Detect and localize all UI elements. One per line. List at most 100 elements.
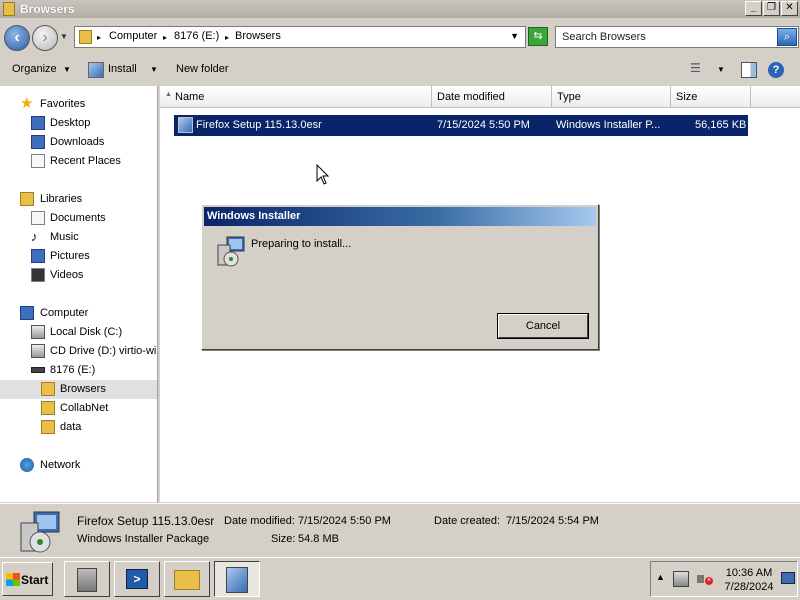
column-label: Size: [676, 91, 698, 103]
nav-label: Documents: [50, 212, 106, 224]
details-pane: Firefox Setup 115.13.0esr Windows Instal…: [0, 503, 800, 556]
file-row[interactable]: Firefox Setup 115.13.0esr 7/15/2024 5:50…: [174, 115, 748, 136]
window-title: Browsers: [20, 2, 75, 16]
file-name: Firefox Setup 115.13.0esr: [196, 119, 322, 131]
nav-drive-e[interactable]: 8176 (E:): [0, 361, 157, 380]
nav-label: Browsers: [60, 383, 106, 395]
file-type: Windows Installer P...: [556, 119, 661, 131]
chevron-down-icon[interactable]: ▼: [150, 65, 158, 74]
clock[interactable]: 10:36 AM 7/28/2024: [723, 566, 775, 594]
recent-pages-dropdown[interactable]: ▼: [60, 32, 68, 41]
nav-label: data: [60, 421, 82, 433]
view-options-icon[interactable]: ☰: [690, 61, 701, 75]
taskbar-explorer[interactable]: [164, 561, 210, 597]
breadcrumb-drive[interactable]: 8176 (E:): [174, 30, 219, 42]
column-header-size[interactable]: Size: [671, 86, 751, 108]
nav-label: Pictures: [50, 250, 90, 262]
start-label: Start: [21, 573, 49, 587]
close-button[interactable]: ✕: [781, 1, 798, 16]
address-bar-area: ‹ › ▼ ▸ Computer ▸ 8176 (E:) ▸ Browsers …: [0, 18, 800, 54]
maximize-button[interactable]: ❐: [763, 1, 780, 16]
start-button[interactable]: Start: [2, 562, 53, 596]
breadcrumb-computer[interactable]: Computer: [109, 30, 157, 42]
taskbar-windows-installer[interactable]: [214, 561, 260, 597]
nav-music[interactable]: ♪ Music: [0, 228, 157, 247]
server-manager-icon: [77, 568, 97, 592]
install-button[interactable]: Install: [108, 63, 137, 75]
cd-drive-icon: [31, 344, 45, 358]
nav-label: Computer: [40, 307, 89, 319]
column-header-name[interactable]: Name ▲: [160, 86, 432, 108]
folder-icon: [41, 382, 55, 396]
show-hidden-icons-button[interactable]: ▲: [656, 572, 665, 582]
installer-icon: [20, 511, 60, 553]
minimize-button[interactable]: _: [745, 1, 762, 16]
network-icon: [20, 458, 34, 472]
chevron-right-icon[interactable]: ▸: [225, 33, 229, 42]
nav-browsers[interactable]: Browsers: [0, 380, 157, 399]
music-icon: ♪: [31, 229, 38, 244]
search-icon[interactable]: ⌕: [777, 28, 797, 46]
search-input[interactable]: Search Browsers ⌕: [555, 26, 799, 48]
nav-data[interactable]: data: [0, 418, 157, 437]
dialog-title-bar[interactable]: Windows Installer: [204, 207, 596, 226]
nav-desktop[interactable]: Desktop: [0, 114, 157, 133]
nav-network[interactable]: Network: [0, 456, 157, 475]
new-folder-button[interactable]: New folder: [176, 63, 229, 75]
nav-label: Local Disk (C:): [50, 326, 123, 338]
nav-pictures[interactable]: Pictures: [0, 247, 157, 266]
nav-label: Music: [50, 231, 79, 243]
dialog-message: Preparing to install...: [251, 238, 352, 250]
nav-documents[interactable]: Documents: [0, 209, 157, 228]
folder-icon: [41, 420, 55, 434]
pictures-icon: [31, 249, 45, 263]
column-header-date[interactable]: Date modified: [432, 86, 552, 108]
help-icon[interactable]: ?: [768, 62, 784, 78]
column-label: Type: [557, 91, 581, 103]
clock-time: 10:36 AM: [725, 567, 773, 579]
file-size: 56,165 KB: [695, 119, 747, 131]
back-button[interactable]: ‹: [4, 25, 30, 51]
forward-button[interactable]: ›: [32, 25, 58, 51]
nav-local-disk[interactable]: Local Disk (C:): [0, 323, 157, 342]
nav-label: Favorites: [40, 98, 86, 110]
taskbar-server-manager[interactable]: [64, 561, 110, 597]
mouse-cursor-icon: [316, 164, 330, 185]
chevron-down-icon[interactable]: ▸: [97, 33, 101, 42]
nav-libraries[interactable]: Libraries: [0, 190, 157, 209]
address-input[interactable]: ▸ Computer ▸ 8176 (E:) ▸ Browsers ▼: [74, 26, 526, 48]
installer-icon: [178, 117, 193, 133]
chevron-down-icon[interactable]: ▼: [510, 31, 519, 41]
taskbar-powershell[interactable]: >: [114, 561, 160, 597]
installer-icon: [88, 62, 104, 78]
action-center-icon[interactable]: [673, 571, 689, 587]
chevron-right-icon[interactable]: ▸: [163, 33, 167, 42]
details-date-created-label: Date created:: [434, 515, 501, 527]
folder-icon: [79, 30, 92, 44]
volume-muted-icon[interactable]: ×: [697, 571, 713, 587]
show-desktop-icon[interactable]: [781, 572, 795, 584]
nav-cd-drive[interactable]: CD Drive (D:) virtio-win: [0, 342, 157, 361]
file-date: 7/15/2024 5:50 PM: [437, 119, 530, 131]
windows-logo-icon: [6, 573, 20, 586]
breadcrumb-browsers[interactable]: Browsers: [235, 30, 281, 42]
column-header-type[interactable]: Type: [552, 86, 671, 108]
videos-icon: [31, 268, 45, 282]
details-date-modified-label: Date modified:: [224, 515, 295, 527]
refresh-button[interactable]: ⇆: [528, 27, 548, 46]
nav-collabnet[interactable]: CollabNet: [0, 399, 157, 418]
chevron-down-icon[interactable]: ▼: [717, 65, 725, 74]
preview-pane-icon[interactable]: [741, 62, 757, 78]
nav-downloads[interactable]: Downloads: [0, 133, 157, 152]
chevron-down-icon[interactable]: ▼: [63, 65, 71, 74]
cancel-button[interactable]: Cancel: [497, 313, 589, 339]
search-placeholder: Search Browsers: [562, 31, 646, 43]
nav-favorites[interactable]: ★ Favorites: [0, 95, 157, 114]
nav-label: Downloads: [50, 136, 105, 148]
nav-recent-places[interactable]: Recent Places: [0, 152, 157, 171]
nav-videos[interactable]: Videos: [0, 266, 157, 285]
organize-button[interactable]: Organize: [12, 63, 57, 75]
nav-label: Libraries: [40, 193, 83, 205]
recent-places-icon: [31, 154, 45, 168]
nav-computer[interactable]: Computer: [0, 304, 157, 323]
